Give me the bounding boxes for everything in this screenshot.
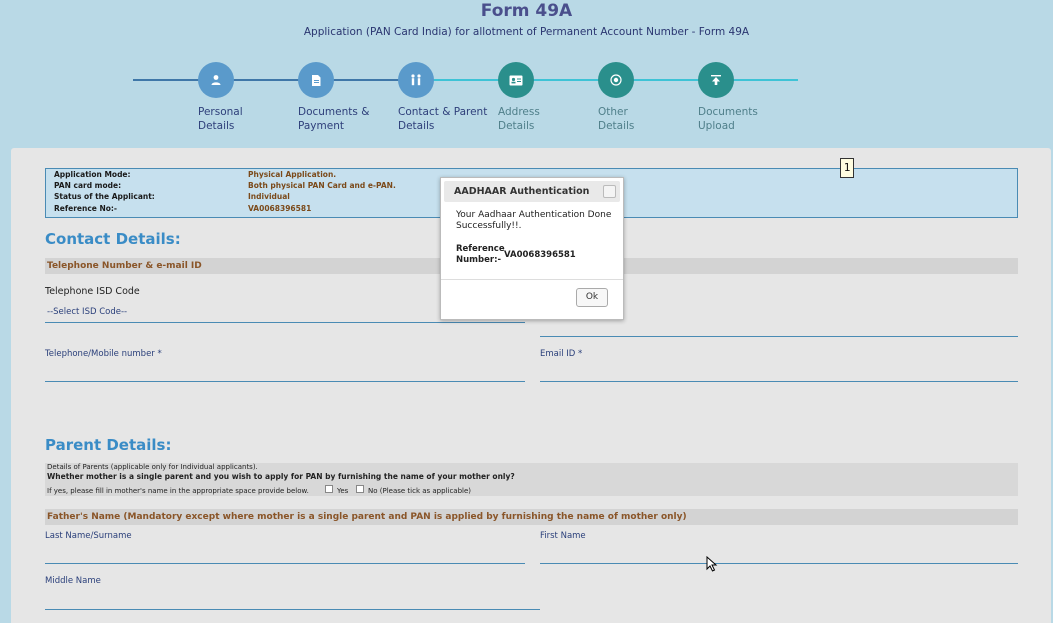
single-parent-instruction: If yes, please fill in mother's name in …: [47, 487, 309, 495]
first-name-input[interactable]: [540, 563, 1018, 564]
email-label: Email ID *: [540, 349, 583, 359]
single-parent-yes-checkbox[interactable]: [325, 485, 333, 493]
std-code-underline[interactable]: [540, 336, 1018, 337]
last-name-input[interactable]: [45, 563, 525, 564]
page-subtitle: Application (PAN Card India) for allotme…: [303, 26, 750, 38]
phone-input[interactable]: [45, 381, 525, 382]
dialog-reference-label: Reference Number:-: [456, 244, 505, 265]
email-input[interactable]: [540, 381, 1018, 382]
isd-code-select[interactable]: --Select ISD Code--: [47, 307, 127, 317]
document-icon: [298, 62, 334, 98]
aadhaar-auth-dialog: AADHAAR Authentication Your Aadhaar Auth…: [440, 177, 624, 320]
element-marker-badge: 1: [840, 158, 854, 178]
upload-icon: [698, 62, 734, 98]
parent-details-heading: Parent Details:: [45, 436, 172, 454]
dialog-title: AADHAAR Authentication: [454, 186, 590, 197]
isd-code-underline: [45, 322, 525, 323]
yes-label: Yes: [337, 487, 349, 495]
id-card-icon: [498, 62, 534, 98]
isd-code-label: Telephone ISD Code: [45, 286, 140, 297]
phone-label: Telephone/Mobile number *: [45, 349, 162, 359]
dialog-header: AADHAAR Authentication: [444, 181, 620, 202]
step-label: Documents Upload: [698, 106, 758, 132]
single-parent-no-checkbox[interactable]: [356, 485, 364, 493]
last-name-label: Last Name/Surname: [45, 531, 132, 541]
parent-note-box: Details of Parents (applicable only for …: [45, 463, 1018, 496]
person-icon: [198, 62, 234, 98]
dialog-reference-value: VA0068396581: [504, 250, 576, 260]
first-name-label: First Name: [540, 531, 586, 541]
page-title: Form 49A: [480, 1, 573, 21]
father-name-subheader: Father's Name (Mandatory except where mo…: [45, 509, 1018, 525]
middle-name-input[interactable]: [45, 609, 540, 610]
dialog-message: Your Aadhaar Authentication Done Success…: [456, 210, 612, 231]
progress-line-completed: [133, 79, 416, 81]
single-parent-question: Whether mother is a single parent and yo…: [47, 472, 515, 481]
close-icon[interactable]: [603, 185, 616, 198]
contact-details-heading: Contact Details:: [45, 230, 181, 248]
ok-button[interactable]: Ok: [576, 288, 608, 307]
no-label: No (Please tick as applicable): [368, 487, 472, 495]
target-icon: [598, 62, 634, 98]
middle-name-label: Middle Name: [45, 576, 101, 586]
family-icon: [398, 62, 434, 98]
parent-note-text: Details of Parents (applicable only for …: [47, 463, 258, 471]
dialog-divider: [441, 279, 623, 280]
